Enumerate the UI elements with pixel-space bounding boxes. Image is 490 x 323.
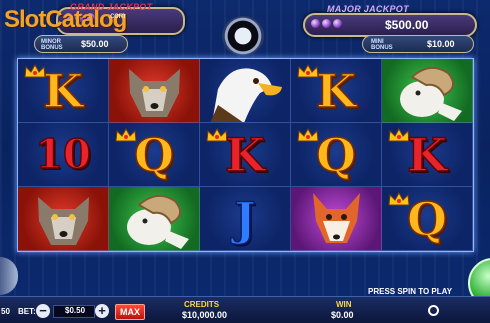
symbol-letter: K	[406, 127, 447, 183]
press-spin-text: PRESS SPIN TO PLAY	[368, 287, 453, 296]
wolf-emblem-icon	[222, 16, 264, 56]
symbol-letter: J	[233, 191, 256, 247]
win-value: $0.00	[331, 310, 354, 320]
bet-decrease-button[interactable]: −	[36, 304, 50, 318]
reel-cell-2-1: 10	[18, 123, 109, 187]
major-jackpot-value: $500.00	[385, 18, 429, 32]
mini-bonus-bar: MINI BONUS $10.00	[362, 35, 474, 53]
wolf-symbol-icon	[18, 187, 108, 250]
minor-bonus-bar: MINOR BONUS $50.00	[34, 35, 128, 53]
reel-cell-1-1: K	[18, 59, 109, 123]
major-jackpot-title: MAJOR JACKPOT	[327, 4, 409, 14]
credits-label: CREDITS	[184, 300, 220, 309]
symbol-letter: K	[224, 127, 265, 183]
reel-cell-1-2	[109, 59, 200, 123]
major-jackpot-bar: $500.00	[303, 13, 477, 37]
game-screen: GRAND JACKPOT SlotCatalog .com MINOR BON…	[0, 0, 490, 323]
reel-cell-1-3	[200, 59, 291, 123]
wolf-symbol-icon	[109, 59, 199, 122]
reel-cell-3-4	[291, 187, 382, 251]
reel-cell-1-5	[382, 59, 473, 123]
major-jackpot-gems	[311, 19, 342, 28]
symbol-letter: Q	[406, 191, 448, 247]
ram-symbol-icon	[109, 187, 199, 250]
reel-cell-2-3: K	[200, 123, 291, 187]
watermark-domain: .com	[108, 11, 126, 20]
bet-value-box: $0.50	[53, 305, 95, 318]
max-bet-button[interactable]: MAX	[115, 304, 145, 320]
minor-bonus-value: $50.00	[81, 39, 109, 49]
symbol-letter: Q	[133, 127, 175, 183]
settings-icon[interactable]	[428, 305, 439, 316]
bet-label: BET:	[18, 307, 36, 316]
mini-bonus-title: MINI BONUS	[371, 39, 393, 51]
reel-cell-1-4: K	[291, 59, 382, 123]
symbol-letter: K	[42, 63, 83, 119]
ram-symbol-icon	[382, 59, 472, 122]
symbol-letter: 10	[34, 130, 91, 179]
minor-bonus-title: MINOR BONUS	[41, 39, 63, 51]
reel-cell-3-3: J	[200, 187, 291, 251]
reel-cell-2-2: Q	[109, 123, 200, 187]
reel-cell-3-2	[109, 187, 200, 251]
reel-cell-2-5: K	[382, 123, 473, 187]
eagle-symbol-icon	[200, 59, 290, 122]
reel-cell-3-1	[18, 187, 109, 251]
reel-grid: K K 10 Q K Q K J Q	[17, 58, 474, 252]
symbol-letter: Q	[315, 127, 357, 183]
left-edge-value: 50	[1, 307, 10, 316]
bet-increase-button[interactable]: +	[95, 304, 109, 318]
credits-value: $10,000.00	[182, 310, 228, 320]
bet-value: $0.50	[65, 306, 86, 315]
mini-bonus-value: $10.00	[427, 39, 455, 49]
reel-cell-3-5: Q	[382, 187, 473, 251]
reel-cell-2-4: Q	[291, 123, 382, 187]
fox-symbol-icon	[291, 187, 381, 250]
win-label: WIN	[336, 300, 352, 309]
left-ornament	[0, 257, 18, 295]
symbol-letter: K	[315, 63, 356, 119]
